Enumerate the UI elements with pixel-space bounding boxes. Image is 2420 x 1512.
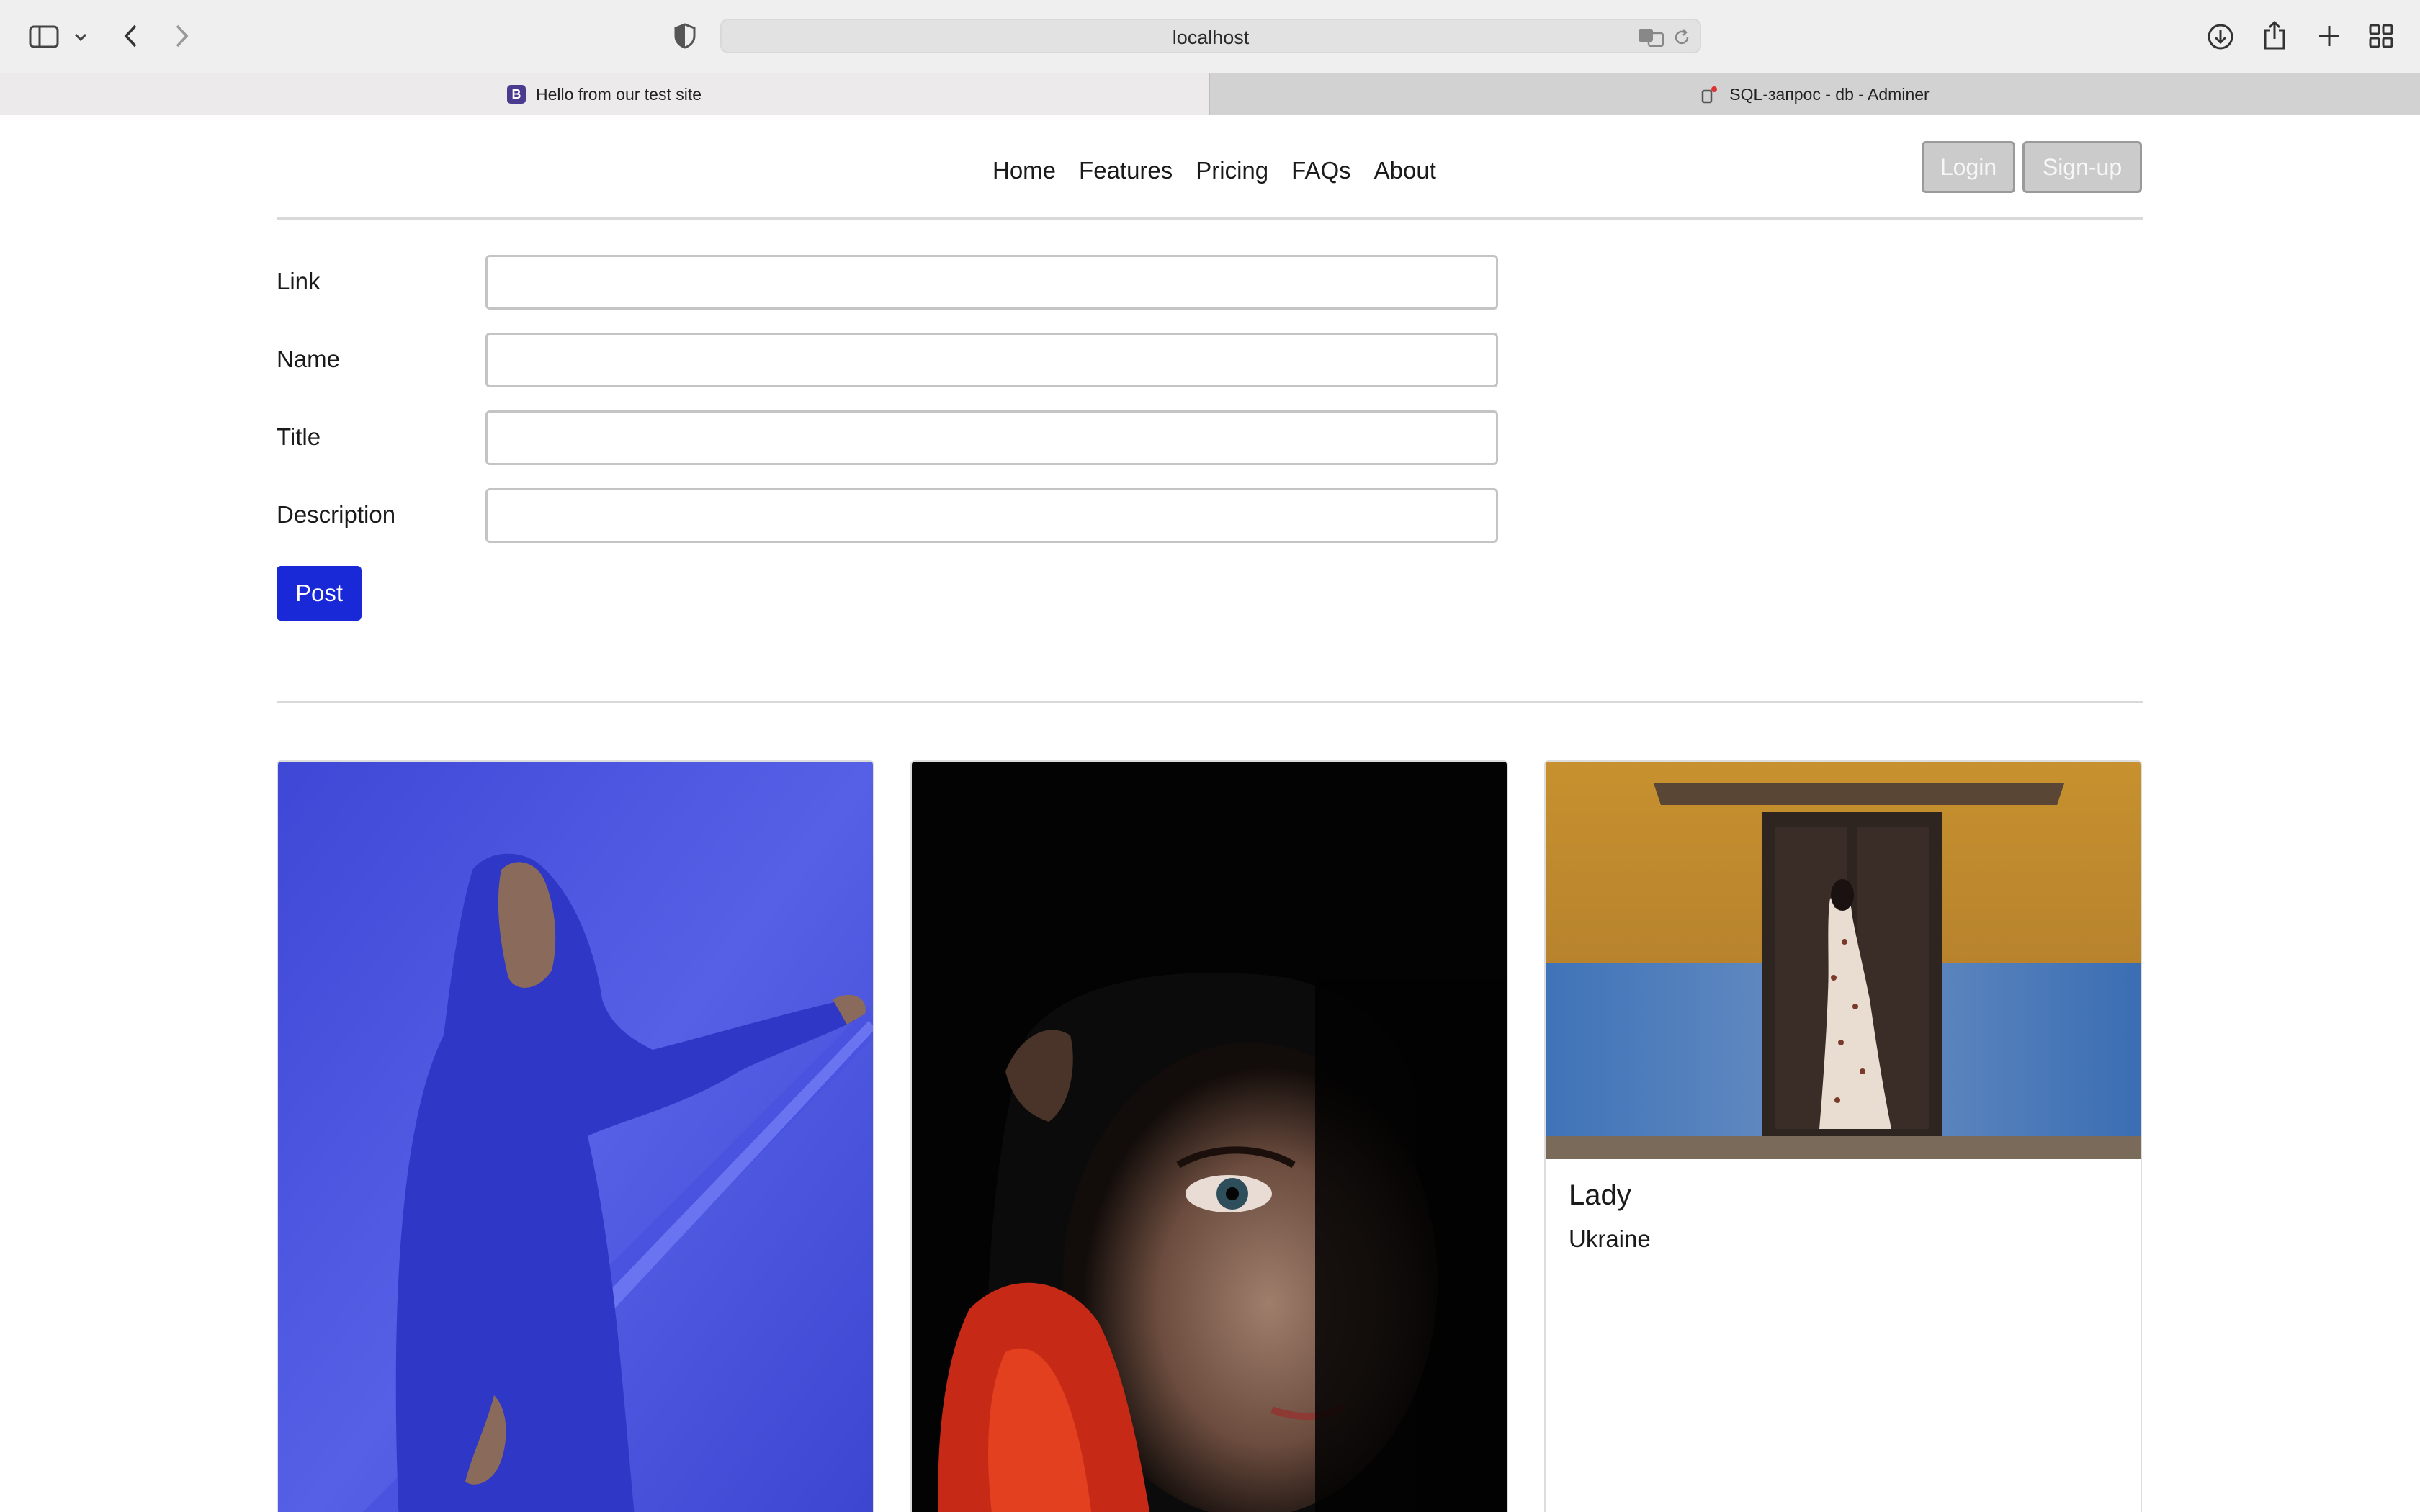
title-label: Title <box>277 423 321 450</box>
name-label: Name <box>277 346 341 372</box>
reload-icon[interactable] <box>1672 28 1691 50</box>
link-input[interactable] <box>485 255 1498 310</box>
adminer-favicon-icon <box>1700 85 1719 104</box>
login-button[interactable]: Login <box>1922 141 2015 193</box>
photo-card: Lady Ukraine <box>1544 760 2142 1512</box>
bootstrap-favicon-icon: B <box>506 85 526 104</box>
url-text: localhost <box>1172 27 1250 48</box>
tab-bar: B Hello from our test site SQL-запрос - … <box>0 73 2420 115</box>
translate-icon[interactable] <box>1638 28 1665 50</box>
tab-title: Hello from our test site <box>535 84 702 104</box>
link-row: Link <box>277 255 1501 310</box>
sidebar-toggle-icon[interactable] <box>27 23 60 50</box>
form-divider <box>277 701 2143 703</box>
nav-pricing[interactable]: Pricing <box>1184 153 1280 189</box>
nav-about[interactable]: About <box>1363 153 1448 189</box>
title-input[interactable] <box>485 410 1498 465</box>
back-icon[interactable] <box>120 22 141 50</box>
forward-icon[interactable] <box>171 22 193 50</box>
photo-card <box>277 760 874 1512</box>
tab-adminer[interactable]: SQL-запрос - db - Adminer <box>1209 73 2420 115</box>
post-button[interactable]: Post <box>277 566 362 621</box>
title-row: Title <box>277 410 1501 465</box>
link-label: Link <box>277 268 321 294</box>
card-photo-lady-doorway <box>1546 762 2141 1159</box>
name-row: Name <box>277 333 1501 387</box>
new-tab-icon[interactable] <box>2315 22 2344 50</box>
description-label: Description <box>277 501 396 528</box>
card-photo-woman-face <box>912 762 1507 1512</box>
address-bar[interactable]: localhost <box>720 19 1701 53</box>
page-content: Home Features Pricing FAQs About Login S… <box>0 117 2420 1512</box>
card-photo-man-blue <box>278 762 873 1512</box>
tab-hello-site[interactable]: B Hello from our test site <box>0 73 1209 115</box>
header-divider <box>277 217 2143 220</box>
chevron-down-icon[interactable] <box>72 29 89 46</box>
downloads-icon[interactable] <box>2205 22 2236 52</box>
browser-toolbar: localhost <box>0 0 2420 73</box>
tab-overview-icon[interactable] <box>2367 22 2396 50</box>
signup-button[interactable]: Sign-up <box>2022 141 2142 193</box>
tab-title: SQL-запрос - db - Adminer <box>1729 84 1930 104</box>
photo-card <box>910 760 1508 1512</box>
name-input[interactable] <box>485 333 1498 387</box>
nav-faqs[interactable]: FAQs <box>1280 153 1363 189</box>
nav-home[interactable]: Home <box>981 153 1067 189</box>
description-row: Description <box>277 488 1501 543</box>
card-title: Lady <box>1569 1179 1631 1211</box>
privacy-shield-icon[interactable] <box>673 22 697 50</box>
nav-features[interactable]: Features <box>1067 153 1184 189</box>
description-input[interactable] <box>485 488 1498 543</box>
card-text: Ukraine <box>1569 1225 1651 1252</box>
share-icon[interactable] <box>2260 19 2289 52</box>
